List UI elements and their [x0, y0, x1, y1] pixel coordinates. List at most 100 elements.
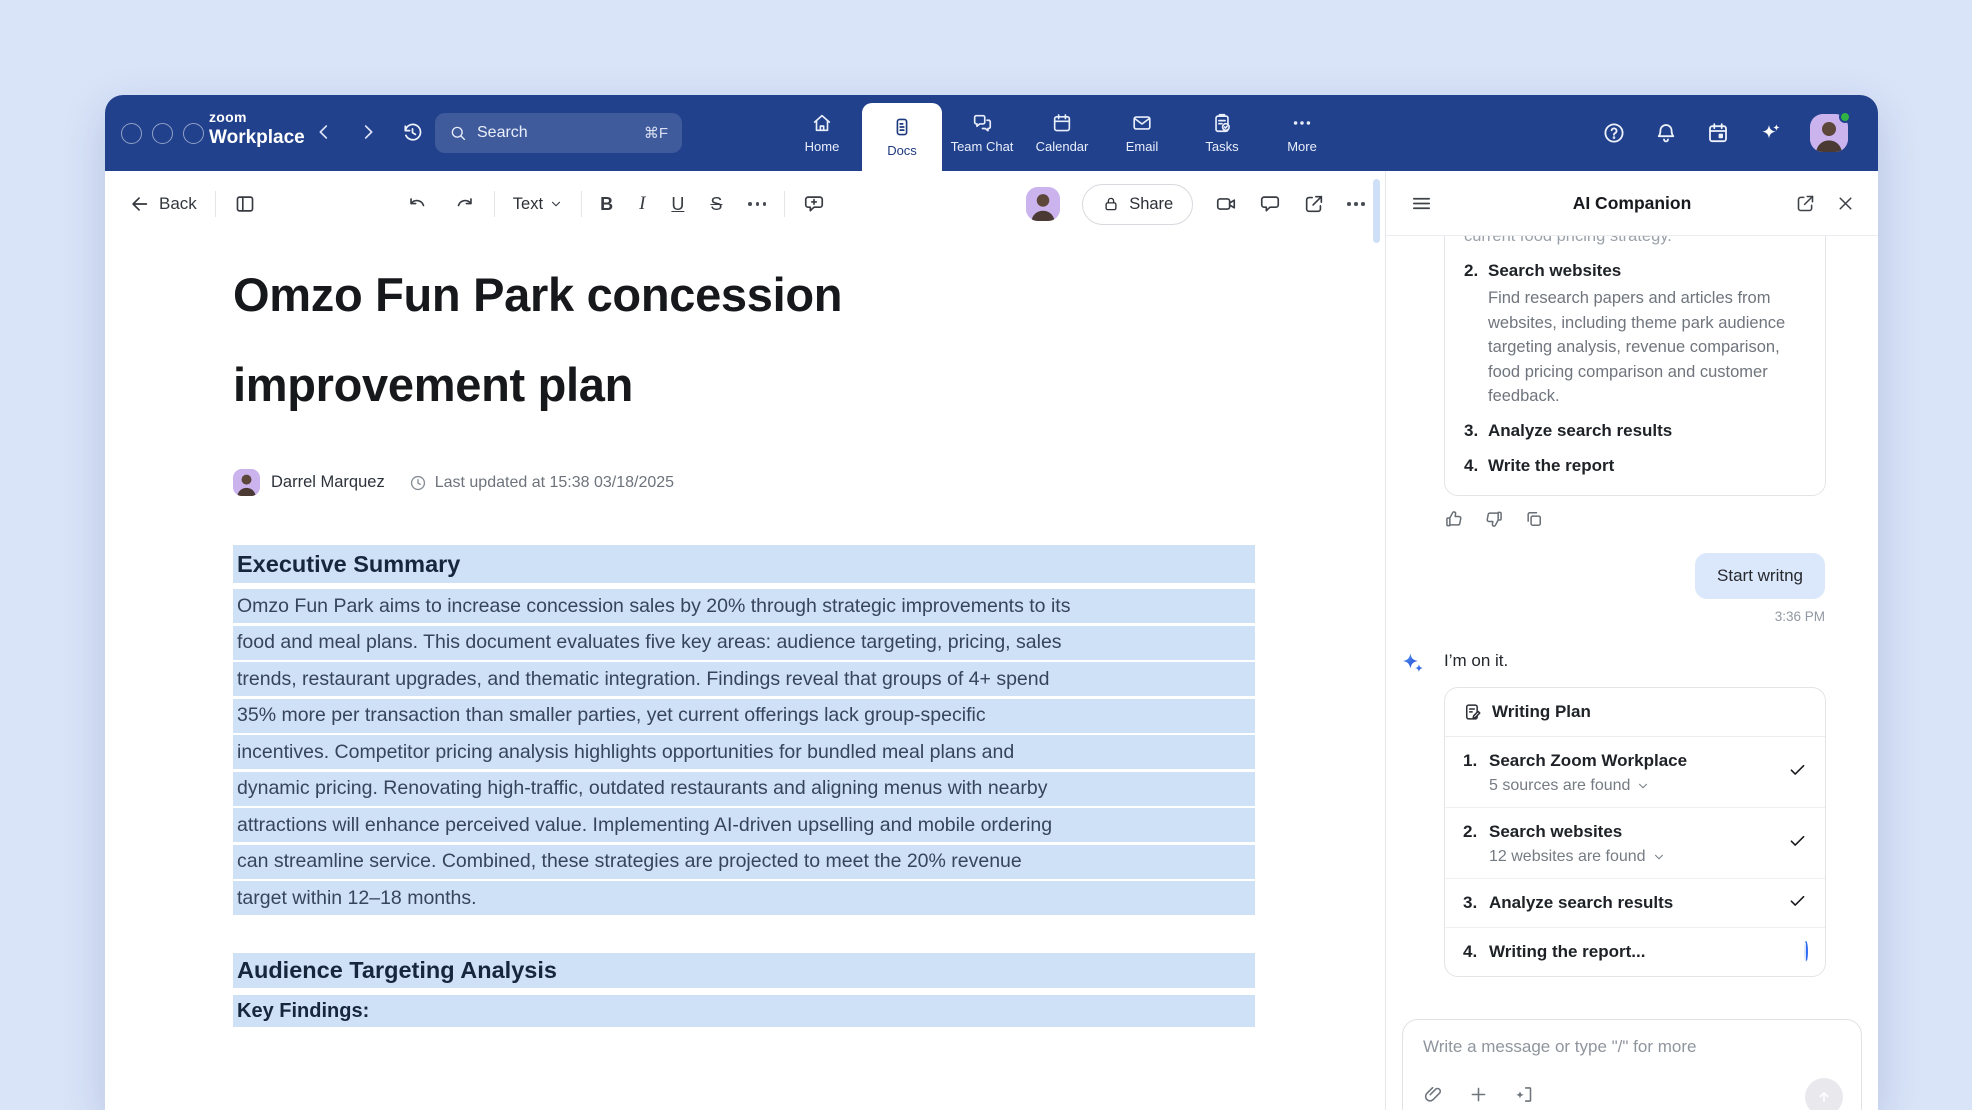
presence-dot — [1839, 111, 1851, 123]
more-formatting-icon[interactable] — [748, 202, 766, 206]
calendar-icon — [1051, 112, 1073, 134]
heading-audience-targeting: Audience Targeting Analysis — [233, 953, 1255, 988]
message-feedback-row — [1444, 509, 1878, 529]
app-window: zoom Workplace Search ⌘F Home Docs — [105, 95, 1878, 1110]
text-line: attractions will enhance perceived value… — [233, 808, 1255, 842]
tab-calendar[interactable]: Calendar — [1022, 95, 1102, 171]
docs-icon — [891, 116, 913, 138]
back-button[interactable]: Back — [129, 193, 197, 215]
help-icon[interactable] — [1602, 121, 1626, 145]
send-arrow-icon — [1814, 1087, 1834, 1107]
back-arrow-icon — [129, 193, 151, 215]
user-message-bubble: Start writng — [1695, 553, 1825, 599]
ai-chat-scroll[interactable]: current food pricing strategy. 2. Search… — [1386, 236, 1878, 1019]
ai-reply-text: I’m on it. — [1444, 651, 1878, 671]
sidebar-toggle-icon[interactable] — [234, 193, 256, 215]
user-avatar[interactable] — [1810, 114, 1848, 152]
ai-prompt-box-icon[interactable] — [1513, 1084, 1534, 1105]
plan-step[interactable]: 3.Analyze search results — [1445, 878, 1825, 927]
plan-step[interactable]: 1.Search Zoom Workplace 5 sources are fo… — [1445, 737, 1825, 807]
executive-summary-text: Omzo Fun Park aims to increase concessio… — [233, 589, 1255, 918]
step-check-icon — [1787, 890, 1808, 916]
step-subtitle[interactable]: 12 websites are found — [1489, 848, 1773, 866]
logo-workplace: Workplace — [209, 128, 305, 147]
logo-zoom: zoom — [209, 110, 305, 124]
ai-sparkle-icon — [1398, 649, 1425, 676]
tab-tasks[interactable]: Tasks — [1182, 95, 1262, 171]
plan-message-card: current food pricing strategy. 2. Search… — [1444, 236, 1826, 496]
copy-icon[interactable] — [1524, 509, 1544, 529]
more-dots-icon — [1291, 112, 1313, 134]
ai-companion-panel: AI Companion current food pricing strate… — [1385, 171, 1878, 1110]
chat-bubble-icon[interactable] — [1259, 193, 1281, 215]
ai-panel-header: AI Companion — [1386, 171, 1878, 236]
author-name: Darrel Marquez — [271, 473, 385, 492]
message-timestamp: 3:36 PM — [1386, 609, 1825, 624]
plan-item-title: Write the report — [1488, 453, 1614, 479]
search-input[interactable]: Search ⌘F — [435, 113, 682, 153]
pop-out-icon[interactable] — [1795, 193, 1816, 219]
history-icon[interactable] — [401, 121, 424, 149]
document-scrollbar[interactable] — [1373, 179, 1380, 243]
plan-item-title: Analyze search results — [1488, 418, 1672, 444]
composer-actions — [1423, 1084, 1841, 1105]
top-bar: zoom Workplace Search ⌘F Home Docs — [105, 95, 1878, 171]
step-check-icon — [1787, 759, 1808, 785]
chevron-down-icon — [1652, 850, 1666, 864]
share-button[interactable]: Share — [1082, 184, 1193, 225]
nav-back-icon[interactable] — [313, 121, 335, 148]
tab-docs[interactable]: Docs — [862, 103, 942, 171]
strikethrough-button[interactable]: S — [710, 194, 722, 215]
underline-button[interactable]: U — [671, 194, 684, 215]
send-button[interactable] — [1805, 1078, 1843, 1110]
ai-companion-sparkle-icon[interactable] — [1758, 121, 1782, 145]
plan-item: 2. Search websites Find research papers … — [1464, 258, 1806, 409]
message-input[interactable] — [1423, 1037, 1841, 1057]
tab-home[interactable]: Home — [782, 95, 862, 171]
plan-item: 4. Write the report — [1464, 453, 1806, 479]
plan-item: 3. Analyze search results — [1464, 418, 1806, 444]
notifications-bell-icon[interactable] — [1654, 121, 1678, 145]
last-updated: Last updated at 15:38 03/18/2025 — [435, 474, 674, 492]
thumbs-down-icon[interactable] — [1484, 509, 1504, 529]
step-loading-spinner — [1804, 943, 1808, 961]
ai-reply-row: I’m on it. — [1386, 651, 1878, 671]
text-style-dropdown[interactable]: Text — [513, 195, 563, 214]
calendar-today-icon[interactable] — [1706, 121, 1730, 145]
text-line: 35% more per transaction than smaller pa… — [233, 699, 1255, 733]
nav-forward-icon[interactable] — [357, 121, 379, 148]
bold-button[interactable]: B — [600, 194, 613, 215]
text-line: incentives. Competitor pricing analysis … — [233, 735, 1255, 769]
tab-email[interactable]: Email — [1102, 95, 1182, 171]
plan-step[interactable]: 4.Writing the report... — [1445, 927, 1825, 976]
writing-plan-header: Writing Plan — [1445, 688, 1825, 737]
search-icon — [449, 124, 467, 142]
window-controls[interactable] — [121, 123, 204, 144]
close-icon[interactable] — [1835, 193, 1856, 219]
plan-item-title: Search websites — [1488, 258, 1806, 284]
step-subtitle[interactable]: 5 sources are found — [1489, 777, 1773, 795]
plan-step[interactable]: 2.Search websites 12 websites are found — [1445, 807, 1825, 878]
writing-plan-card: Writing Plan 1.Search Zoom Workplace 5 s… — [1444, 687, 1826, 977]
add-plus-icon[interactable] — [1468, 1084, 1489, 1105]
open-external-icon[interactable] — [1303, 193, 1325, 215]
clock-icon — [409, 474, 427, 492]
video-call-icon[interactable] — [1215, 193, 1237, 215]
thumbs-up-icon[interactable] — [1444, 509, 1464, 529]
add-comment-icon[interactable] — [803, 193, 825, 215]
lock-icon — [1102, 195, 1120, 213]
redo-icon[interactable] — [454, 193, 476, 215]
collaborator-avatar[interactable] — [1026, 187, 1060, 221]
search-shortcut: ⌘F — [644, 124, 668, 142]
heading-executive-summary: Executive Summary — [233, 545, 1255, 583]
text-line: food and meal plans. This document evalu… — [233, 626, 1255, 660]
more-options-icon[interactable] — [1347, 202, 1365, 206]
email-icon — [1131, 112, 1153, 134]
attach-paperclip-icon[interactable] — [1423, 1084, 1444, 1105]
undo-icon[interactable] — [406, 193, 428, 215]
italic-button[interactable]: I — [639, 193, 645, 215]
tab-team-chat[interactable]: Team Chat — [942, 95, 1022, 171]
tasks-icon — [1211, 112, 1233, 134]
step-title: Search Zoom Workplace — [1489, 749, 1687, 773]
tab-more[interactable]: More — [1262, 95, 1342, 171]
